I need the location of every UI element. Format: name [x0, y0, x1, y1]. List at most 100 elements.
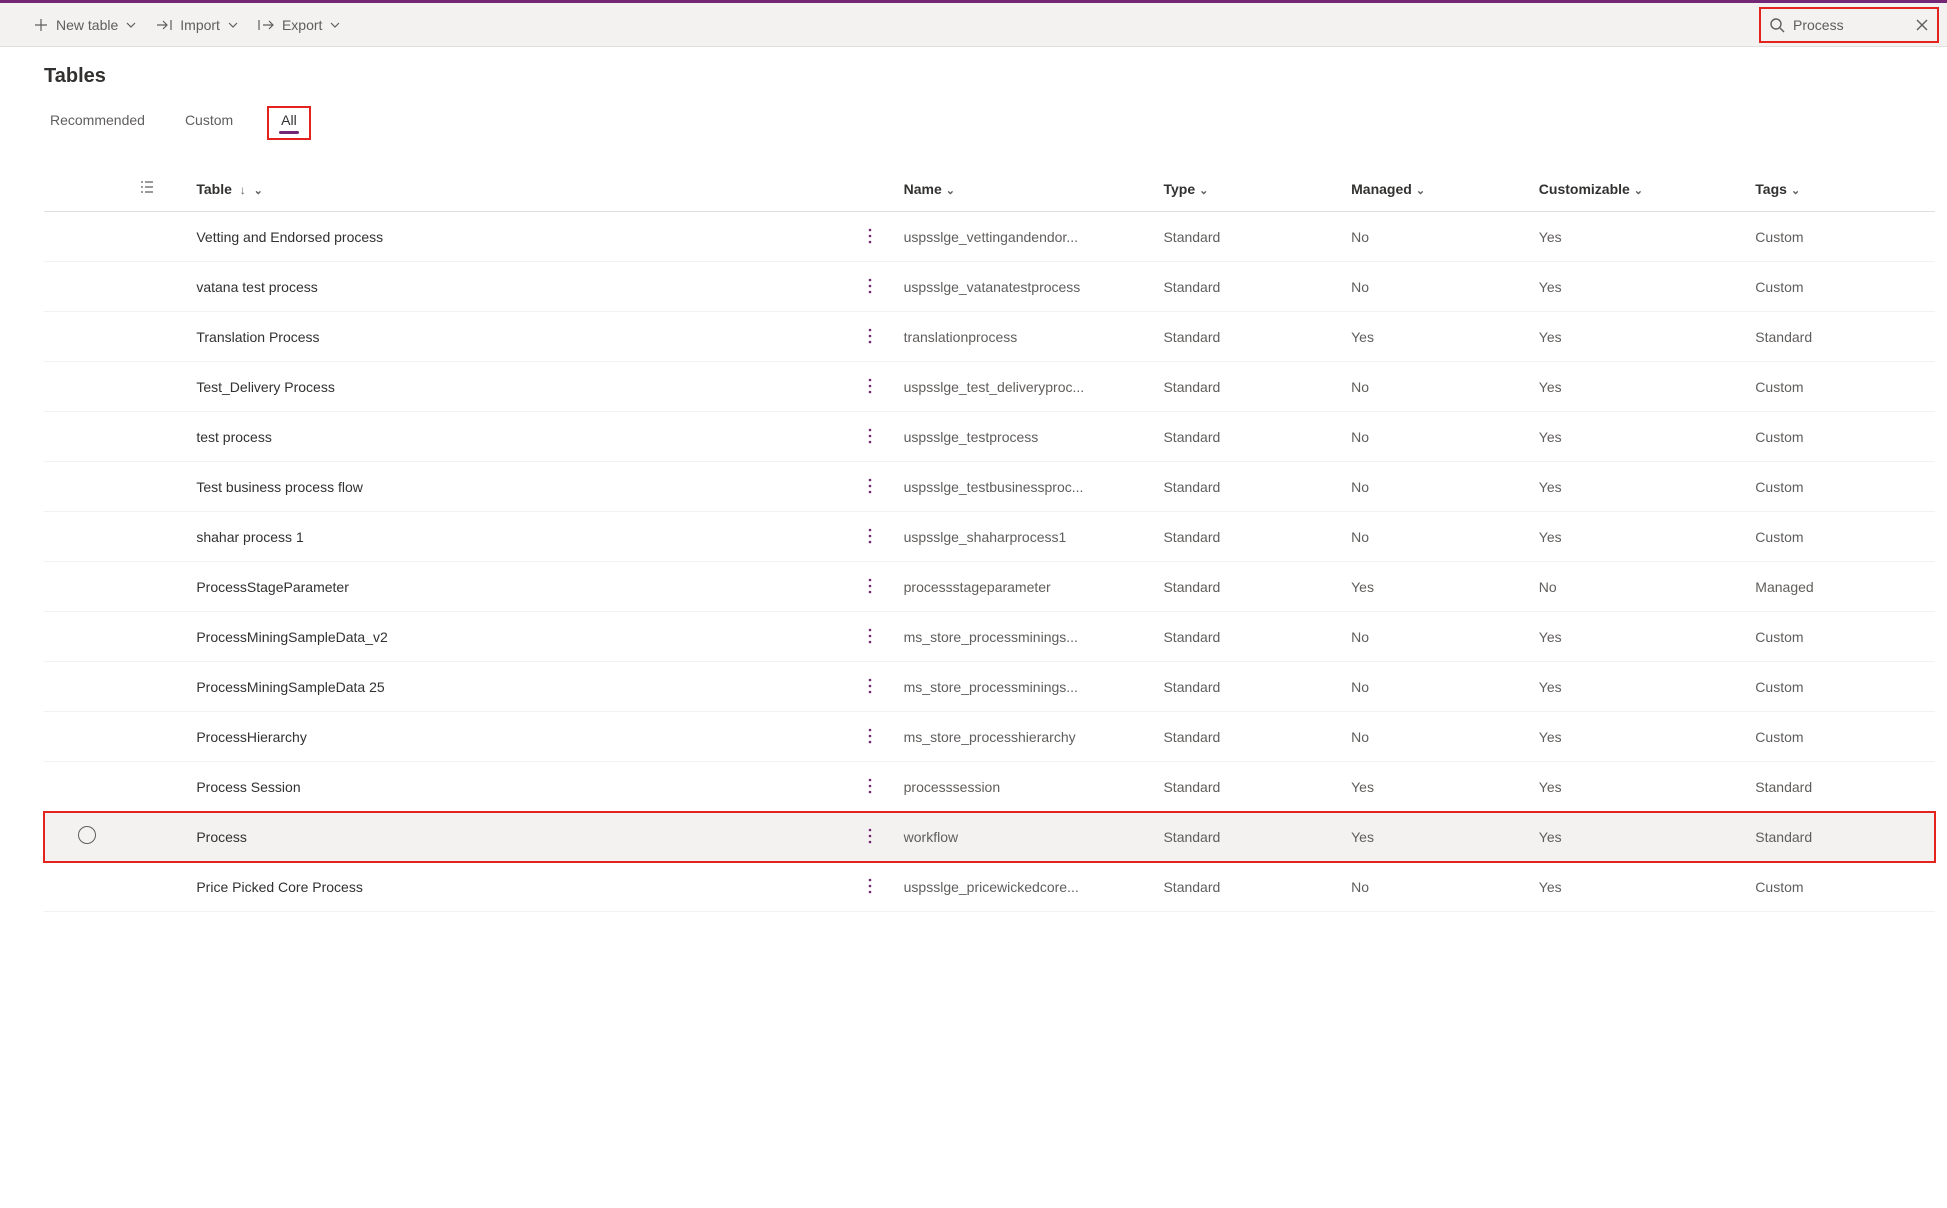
- row-select-cell[interactable]: [44, 712, 131, 762]
- row-table-name[interactable]: vatana test process: [188, 262, 852, 312]
- row-type: Standard: [1155, 712, 1343, 762]
- col-type-header[interactable]: Type⌄: [1155, 170, 1343, 212]
- row-tags: Managed: [1747, 562, 1935, 612]
- row-select-cell[interactable]: [44, 812, 131, 862]
- more-vertical-icon[interactable]: [860, 276, 880, 296]
- row-managed: Yes: [1343, 812, 1531, 862]
- table-row[interactable]: ProcessStageParameterprocessstageparamet…: [44, 562, 1935, 612]
- row-more-cell: [852, 862, 895, 912]
- more-vertical-icon[interactable]: [860, 876, 880, 896]
- more-vertical-icon[interactable]: [860, 376, 880, 396]
- row-table-name[interactable]: Test_Delivery Process: [188, 362, 852, 412]
- row-table-name[interactable]: Process Session: [188, 762, 852, 812]
- row-select-cell[interactable]: [44, 212, 131, 262]
- more-vertical-icon[interactable]: [860, 326, 880, 346]
- row-select-cell[interactable]: [44, 312, 131, 362]
- table-row[interactable]: test processuspsslge_testprocessStandard…: [44, 412, 1935, 462]
- table-row[interactable]: Test_Delivery Process uspsslge_test_deliv…: [44, 362, 1935, 412]
- row-table-name[interactable]: ProcessMiningSampleData_v2: [188, 612, 852, 662]
- more-vertical-icon[interactable]: [860, 726, 880, 746]
- table-row[interactable]: Translation ProcesstranslationprocessSta…: [44, 312, 1935, 362]
- row-managed: Yes: [1343, 562, 1531, 612]
- row-select-cell[interactable]: [44, 262, 131, 312]
- table-row[interactable]: vatana test processuspsslge_vatanatestpr…: [44, 262, 1935, 312]
- row-table-name[interactable]: test process: [188, 412, 852, 462]
- row-table-name[interactable]: ProcessHierarchy: [188, 712, 852, 762]
- row-select-cell[interactable]: [44, 762, 131, 812]
- row-icon-cell: [131, 662, 189, 712]
- more-vertical-icon[interactable]: [860, 626, 880, 646]
- table-row[interactable]: Process SessionprocesssessionStandardYes…: [44, 762, 1935, 812]
- clear-search-icon[interactable]: [1915, 18, 1929, 32]
- row-managed: No: [1343, 262, 1531, 312]
- more-vertical-icon[interactable]: [860, 226, 880, 246]
- col-list-icon[interactable]: [131, 170, 189, 212]
- row-managed: No: [1343, 412, 1531, 462]
- row-name: uspsslge_testprocess: [896, 412, 1156, 462]
- row-table-name[interactable]: Price Picked Core Process: [188, 862, 852, 912]
- row-select-cell[interactable]: [44, 362, 131, 412]
- row-managed: No: [1343, 362, 1531, 412]
- row-icon-cell: [131, 862, 189, 912]
- more-vertical-icon[interactable]: [860, 426, 880, 446]
- row-table-name[interactable]: ProcessStageParameter: [188, 562, 852, 612]
- col-customizable-header[interactable]: Customizable⌄: [1531, 170, 1748, 212]
- more-vertical-icon[interactable]: [860, 826, 880, 846]
- table-row[interactable]: Vetting and Endorsed processuspsslge_vet…: [44, 212, 1935, 262]
- row-select-cell[interactable]: [44, 862, 131, 912]
- row-select-cell[interactable]: [44, 412, 131, 462]
- row-table-name[interactable]: shahar process 1: [188, 512, 852, 562]
- col-name-header[interactable]: Name⌄: [896, 170, 1156, 212]
- row-table-name[interactable]: Vetting and Endorsed process: [188, 212, 852, 262]
- search-value: Process: [1793, 17, 1907, 33]
- row-name: uspsslge_test_deliveryproc...: [896, 362, 1156, 412]
- table-row[interactable]: ProcessMiningSampleData 25ms_store_proce…: [44, 662, 1935, 712]
- row-name: uspsslge_testbusinessproc...: [896, 462, 1156, 512]
- table-row[interactable]: ProcessHierarchy ms_store_processhierarch…: [44, 712, 1935, 762]
- row-select-cell[interactable]: [44, 462, 131, 512]
- search-input[interactable]: Process: [1759, 7, 1939, 43]
- more-vertical-icon[interactable]: [860, 476, 880, 496]
- row-tags: Standard: [1747, 762, 1935, 812]
- row-managed: No: [1343, 612, 1531, 662]
- more-vertical-icon[interactable]: [860, 776, 880, 796]
- plus-icon: [34, 18, 48, 32]
- row-select-cell[interactable]: [44, 662, 131, 712]
- import-button[interactable]: Import: [146, 11, 248, 39]
- tab-all[interactable]: All: [267, 106, 311, 140]
- row-tags: Custom: [1747, 662, 1935, 712]
- row-customizable: No: [1531, 562, 1748, 612]
- row-customizable: Yes: [1531, 412, 1748, 462]
- tab-custom[interactable]: Custom: [179, 106, 239, 140]
- row-select-radio[interactable]: [78, 826, 96, 844]
- row-more-cell: [852, 312, 895, 362]
- table-row[interactable]: Test business process flow uspsslge_testb…: [44, 462, 1935, 512]
- row-select-cell[interactable]: [44, 562, 131, 612]
- new-table-button[interactable]: New table: [24, 11, 146, 39]
- table-row[interactable]: shahar process 1uspsslge_shaharprocess1S…: [44, 512, 1935, 562]
- row-table-name[interactable]: Test business process flow: [188, 462, 852, 512]
- row-table-name[interactable]: Process: [188, 812, 852, 862]
- row-table-name[interactable]: Translation Process: [188, 312, 852, 362]
- tab-recommended[interactable]: Recommended: [44, 106, 151, 140]
- more-vertical-icon[interactable]: [860, 676, 880, 696]
- row-icon-cell: [131, 362, 189, 412]
- col-tags-header[interactable]: Tags⌄: [1747, 170, 1935, 212]
- row-more-cell: [852, 362, 895, 412]
- export-button[interactable]: Export: [248, 11, 350, 39]
- col-table-header[interactable]: Table ↓ ⌄: [188, 170, 852, 212]
- row-select-cell[interactable]: [44, 612, 131, 662]
- more-vertical-icon[interactable]: [860, 526, 880, 546]
- row-name: uspsslge_pricewickedcore...: [896, 862, 1156, 912]
- table-row[interactable]: Price Picked Core Process uspsslge_pricew…: [44, 862, 1935, 912]
- row-icon-cell: [131, 762, 189, 812]
- row-name: ms_store_processhierarchy: [896, 712, 1156, 762]
- row-icon-cell: [131, 262, 189, 312]
- row-select-cell[interactable]: [44, 512, 131, 562]
- more-vertical-icon[interactable]: [860, 576, 880, 596]
- table-row[interactable]: ProcessMiningSampleData_v2ms_store_proce…: [44, 612, 1935, 662]
- table-row[interactable]: ProcessworkflowStandardYesYesStandard: [44, 812, 1935, 862]
- row-table-name[interactable]: ProcessMiningSampleData 25: [188, 662, 852, 712]
- row-customizable: Yes: [1531, 862, 1748, 912]
- col-managed-header[interactable]: Managed⌄: [1343, 170, 1531, 212]
